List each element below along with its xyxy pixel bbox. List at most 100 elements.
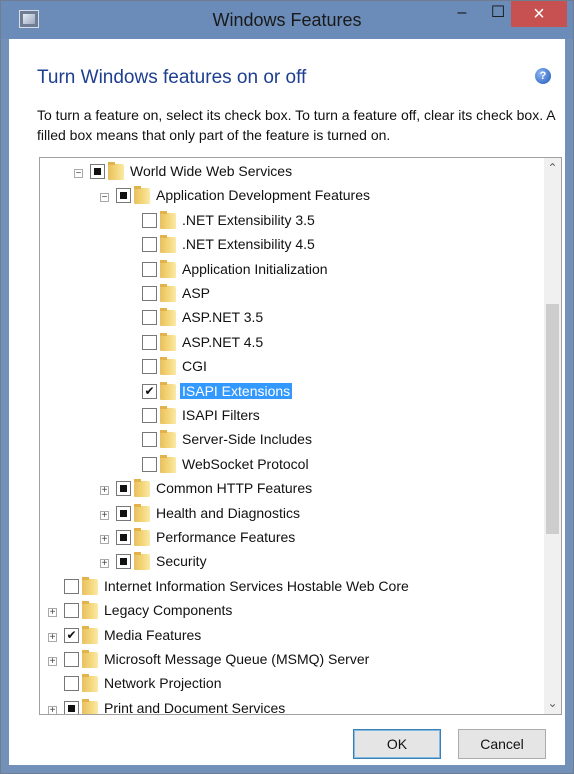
tree-item[interactable]: ASP [40, 283, 540, 307]
expand-icon[interactable]: + [100, 486, 109, 496]
feature-checkbox[interactable] [142, 456, 157, 472]
page-title: Turn Windows features on or off [37, 67, 307, 88]
tree-item-label[interactable]: ASP [180, 285, 212, 301]
feature-checkbox[interactable] [142, 286, 157, 301]
tree-item-label[interactable]: Network Projection [102, 675, 224, 691]
tree-item[interactable]: − Application Development Features [40, 185, 540, 209]
feature-checkbox[interactable] [64, 578, 79, 594]
tree-item-label[interactable]: Health and Diagnostics [154, 505, 302, 521]
tree-item[interactable]: Application Initialization [40, 259, 540, 283]
tree-item[interactable]: WebSocket Protocol [40, 454, 540, 478]
scroll-thumb[interactable] [546, 304, 559, 534]
features-tree[interactable]: − World Wide Web Services − Application Dev… [39, 157, 562, 715]
tree-item[interactable]: ASP.NET 3.5 [40, 307, 540, 331]
tree-item-label[interactable]: Media Features [102, 627, 203, 643]
tree-item[interactable]: Server-Side Includes [40, 429, 540, 453]
tree-item-label[interactable]: Application Development Features [154, 187, 372, 203]
expand-icon[interactable]: + [48, 632, 57, 642]
tree-item-label[interactable]: .NET Extensibility 3.5 [180, 212, 317, 228]
collapse-icon[interactable]: − [74, 169, 83, 179]
tree-item[interactable]: + Print and Document Services [40, 698, 540, 714]
tree-item[interactable]: − World Wide Web Services [40, 161, 540, 185]
tree-item-label[interactable]: ASP.NET 4.5 [180, 334, 265, 350]
feature-checkbox[interactable] [116, 505, 131, 521]
feature-checkbox[interactable] [116, 554, 131, 570]
cancel-button[interactable]: Cancel [458, 729, 546, 759]
feature-checkbox[interactable]: ✔ [142, 383, 157, 399]
vertical-scrollbar[interactable]: ⌃ ⌄ [544, 158, 561, 714]
tree-item-label[interactable]: Common HTTP Features [154, 480, 314, 496]
scroll-up-icon[interactable]: ⌃ [544, 160, 561, 177]
expand-icon[interactable]: + [100, 559, 109, 569]
tree-item-label[interactable]: Application Initialization [180, 261, 330, 277]
tree-item[interactable]: + Legacy Components [40, 600, 540, 624]
expand-icon[interactable]: + [100, 535, 109, 545]
feature-checkbox[interactable] [142, 310, 157, 326]
expand-icon[interactable]: + [48, 657, 57, 667]
tree-item-label[interactable]: ISAPI Filters [180, 407, 262, 423]
folder-icon [82, 698, 98, 714]
expand-icon[interactable]: + [100, 510, 109, 520]
tree-item[interactable]: .NET Extensibility 3.5 [40, 210, 540, 234]
tree-item[interactable]: + Performance Features [40, 527, 540, 551]
tree-item[interactable]: Internet Information Services Hostable W… [40, 576, 540, 600]
help-icon[interactable]: ? [535, 68, 551, 84]
ok-button[interactable]: OK [353, 729, 441, 759]
tree-item[interactable]: + Microsoft Message Queue (MSMQ) Server [40, 649, 540, 673]
tree-item-label[interactable]: WebSocket Protocol [180, 456, 311, 472]
tree-item-label[interactable]: ASP.NET 3.5 [180, 309, 265, 325]
tree-item-label[interactable]: World Wide Web Services [128, 163, 294, 179]
scroll-down-icon[interactable]: ⌄ [544, 695, 561, 712]
feature-checkbox[interactable] [142, 432, 157, 448]
feature-checkbox[interactable] [142, 212, 157, 228]
folder-icon [160, 259, 176, 278]
folder-icon [160, 430, 176, 449]
folder-icon [134, 479, 150, 498]
folder-icon [134, 186, 150, 205]
folder-icon [160, 454, 176, 473]
tree-item-label[interactable]: ISAPI Extensions [180, 382, 293, 399]
tree-item[interactable]: + Security [40, 551, 540, 575]
tree-item-label[interactable]: Print and Document Services [102, 700, 287, 714]
feature-checkbox[interactable] [142, 261, 157, 277]
feature-checkbox[interactable] [142, 408, 157, 423]
feature-checkbox[interactable] [64, 603, 79, 619]
tree-item-label[interactable]: Server-Side Includes [180, 431, 314, 447]
tree-item[interactable]: ISAPI Filters [40, 405, 540, 429]
expand-icon[interactable]: + [48, 608, 57, 618]
feature-checkbox[interactable] [64, 676, 79, 692]
feature-checkbox[interactable] [116, 188, 131, 204]
feature-checkbox[interactable] [142, 237, 157, 253]
feature-checkbox[interactable] [142, 334, 157, 350]
close-button[interactable]: × [511, 1, 567, 27]
tree-item[interactable]: + Common HTTP Features [40, 478, 540, 502]
feature-checkbox[interactable] [90, 164, 105, 179]
feature-checkbox[interactable] [116, 530, 131, 545]
tree-item[interactable]: ✔ ISAPI Extensions [40, 381, 540, 405]
tree-item[interactable]: ASP.NET 4.5 [40, 332, 540, 356]
tree-item-label[interactable]: Internet Information Services Hostable W… [102, 578, 411, 594]
folder-icon [160, 235, 176, 254]
tree-item[interactable]: + Health and Diagnostics [40, 503, 540, 527]
collapse-icon[interactable]: − [100, 193, 109, 203]
maximize-button[interactable]: ☐ [485, 1, 511, 29]
feature-checkbox[interactable]: ✔ [64, 627, 79, 643]
tree-item-label[interactable]: CGI [180, 358, 209, 374]
feature-checkbox[interactable] [64, 700, 79, 714]
tree-item-label[interactable]: .NET Extensibility 4.5 [180, 236, 317, 252]
tree-item[interactable]: .NET Extensibility 4.5 [40, 234, 540, 258]
tree-item-label[interactable]: Microsoft Message Queue (MSMQ) Server [102, 651, 371, 667]
tree-item[interactable]: + ✔ Media Features [40, 625, 540, 649]
feature-checkbox[interactable] [116, 481, 131, 497]
title-bar[interactable]: Windows Features – ☐ × [1, 1, 573, 39]
tree-item[interactable]: CGI [40, 356, 540, 380]
folder-icon [160, 332, 176, 351]
tree-item-label[interactable]: Security [154, 553, 209, 569]
tree-item-label[interactable]: Legacy Components [102, 602, 234, 618]
tree-item[interactable]: Network Projection [40, 673, 540, 697]
feature-checkbox[interactable] [64, 652, 79, 667]
expand-icon[interactable]: + [48, 705, 57, 714]
tree-item-label[interactable]: Performance Features [154, 529, 297, 545]
feature-checkbox[interactable] [142, 359, 157, 375]
minimize-button[interactable]: – [439, 1, 485, 29]
